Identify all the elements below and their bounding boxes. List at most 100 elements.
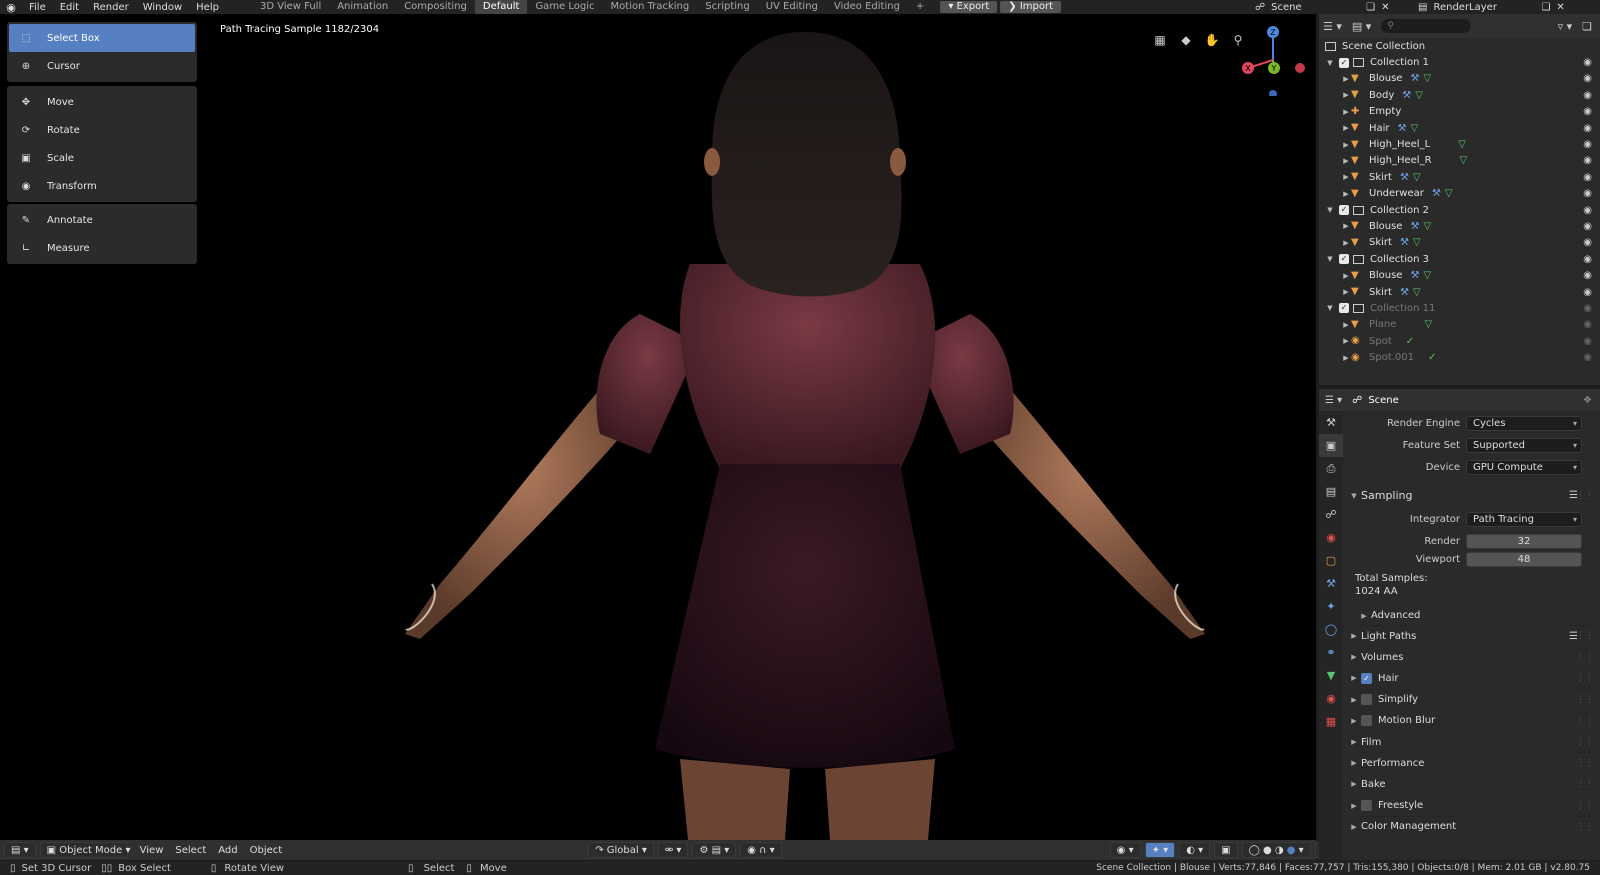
render-tab-icon[interactable]: ▣ xyxy=(1319,434,1343,457)
visibility-eye-icon[interactable]: ◉ xyxy=(1583,90,1592,101)
export-button[interactable]: ▾ Export xyxy=(940,1,998,13)
tab-motion-tracking[interactable]: Motion Tracking xyxy=(603,0,698,14)
sampling-panel-header[interactable]: ▼ Sampling ☰ ⋮⋮ xyxy=(1343,485,1600,506)
expand-arrow-icon[interactable]: ▼ xyxy=(1325,206,1335,214)
collapsed-arrow-icon[interactable]: ▶ xyxy=(1341,124,1351,132)
visibility-eye-icon[interactable]: ◉ xyxy=(1583,205,1592,216)
modifier-icon[interactable]: ⚒ xyxy=(1410,221,1419,232)
object-row[interactable]: ▶ ▼ High_Heel_R ▽ ◉ xyxy=(1319,153,1600,169)
new-layer-icon[interactable]: ❏ xyxy=(1541,2,1550,13)
object-row[interactable]: ▶ ▼ Hair ⚒ ▽ ◉ xyxy=(1319,120,1600,136)
collection-row[interactable]: ▼ ✓ Collection 3 ◉ xyxy=(1319,251,1600,267)
collapsed-arrow-icon[interactable]: ▶ xyxy=(1341,288,1351,296)
mesh-data-icon[interactable]: ▽ xyxy=(1413,172,1421,183)
pin-icon[interactable]: ❖ xyxy=(1583,395,1592,406)
shading-mode-buttons[interactable]: ◯ ● ◑ ● ▾ xyxy=(1241,842,1311,858)
viewport-samples-field[interactable]: 48 xyxy=(1466,551,1582,567)
gizmo-toggle-button[interactable]: ✦ ▾ xyxy=(1144,842,1176,858)
world-tab-icon[interactable]: ◉ xyxy=(1319,526,1343,549)
filter-icon[interactable]: ▿ ▾ xyxy=(1558,20,1573,33)
object-row[interactable]: ▶ ▼ Plane ▽ ◉ xyxy=(1319,317,1600,333)
visibility-eye-icon[interactable]: ◉ xyxy=(1583,106,1592,117)
close-scene-icon[interactable]: ✕ xyxy=(1381,2,1389,13)
scene-selector[interactable]: ☍ Scene ❏ ✕ xyxy=(1255,0,1390,14)
viewport-menu-object[interactable]: Object xyxy=(244,845,289,856)
visibility-eye-icon[interactable]: ◉ xyxy=(1583,172,1592,183)
view-layer-tab-icon[interactable]: ▤ xyxy=(1319,480,1343,503)
visibility-eye-icon[interactable]: ◉ xyxy=(1583,352,1592,363)
collapsed-arrow-icon[interactable]: ▶ xyxy=(1341,222,1351,230)
tool-select-box[interactable]: ⬚ Select Box xyxy=(9,24,195,52)
visibility-eye-icon[interactable]: ◉ xyxy=(1583,73,1592,84)
mesh-data-icon[interactable]: ▽ xyxy=(1423,73,1431,84)
exclude-checkbox[interactable]: ✓ xyxy=(1339,205,1349,216)
mesh-data-icon[interactable]: ▽ xyxy=(1413,287,1421,298)
object-mode-dropdown[interactable]: ▣ Object Mode ▾ xyxy=(39,842,131,858)
modifier-icon[interactable]: ⚒ xyxy=(1402,90,1411,101)
tab-default[interactable]: Default xyxy=(474,0,528,14)
collapsed-arrow-icon[interactable]: ▶ xyxy=(1341,173,1351,181)
mesh-data-icon[interactable]: ▽ xyxy=(1460,155,1468,166)
pan-hand-icon[interactable]: ✋ xyxy=(1202,30,1222,50)
exclude-checkbox[interactable]: ✓ xyxy=(1339,254,1349,265)
panel-performance[interactable]: ▶ Performance ⋮⋮ xyxy=(1343,752,1600,773)
visibility-eye-icon[interactable]: ◉ xyxy=(1583,287,1592,298)
object-row[interactable]: ▶ ✚ Empty ◉ xyxy=(1319,104,1600,120)
tab-uv-editing[interactable]: UV Editing xyxy=(758,0,826,14)
object-row[interactable]: ▶ ◉ Spot ✓ ◉ xyxy=(1319,333,1600,349)
visibility-eye-icon[interactable]: ◉ xyxy=(1583,139,1592,150)
modifier-icon[interactable]: ⚒ xyxy=(1432,188,1441,199)
mesh-data-icon[interactable]: ▽ xyxy=(1413,237,1421,248)
modifier-icon[interactable]: ⚒ xyxy=(1398,123,1407,134)
mesh-data-icon[interactable]: ▽ xyxy=(1423,221,1431,232)
collection-row[interactable]: ▼ ✓ Collection 1 ◉ xyxy=(1319,54,1600,70)
view-object-types-button[interactable]: ◉ ▾ xyxy=(1109,842,1141,858)
drag-handle-icon[interactable]: ⋮⋮ xyxy=(1576,695,1594,705)
collapsed-arrow-icon[interactable]: ▶ xyxy=(1341,91,1351,99)
expand-arrow-icon[interactable]: ▼ xyxy=(1325,255,1335,263)
menu-render[interactable]: Render xyxy=(86,2,136,13)
viewport-menu-view[interactable]: View xyxy=(134,845,170,856)
tab-compositing[interactable]: Compositing xyxy=(396,0,475,14)
collapsed-arrow-icon[interactable]: ▶ xyxy=(1341,157,1351,165)
object-row[interactable]: ▶ ▼ High_Heel_L ▽ ◉ xyxy=(1319,136,1600,152)
mesh-data-icon[interactable]: ▽ xyxy=(1424,319,1432,330)
tool-cursor[interactable]: ⊕ Cursor xyxy=(9,52,195,80)
texture-tab-icon[interactable]: ▦ xyxy=(1319,710,1343,733)
panel-hair[interactable]: ▶ ✓ Hair ⋮⋮ xyxy=(1343,667,1600,688)
object-row[interactable]: ▶ ▼ Underwear ⚒ ▽ ◉ xyxy=(1319,186,1600,202)
tab-3d-view-full[interactable]: 3D View Full xyxy=(252,0,329,14)
panel-simplify[interactable]: ▶ Simplify ⋮⋮ xyxy=(1343,688,1600,710)
modifier-icon[interactable]: ⚒ xyxy=(1400,237,1409,248)
visibility-eye-icon[interactable]: ◉ xyxy=(1583,237,1592,248)
panel-volumes[interactable]: ▶ Volumes ⋮⋮ xyxy=(1343,646,1600,667)
integrator-dropdown[interactable]: Path Tracing ▾ xyxy=(1466,511,1582,527)
tool-transform[interactable]: ◉ Transform xyxy=(9,172,195,200)
panel-enable-checkbox[interactable]: ✓ xyxy=(1361,672,1372,684)
import-button[interactable]: ❯ Import xyxy=(1000,1,1062,13)
editor-type-button[interactable]: ▤ ▾ xyxy=(4,842,36,858)
panel-freestyle[interactable]: ▶ Freestyle ⋮⋮ xyxy=(1343,794,1600,816)
new-collection-icon[interactable]: ❏ xyxy=(1582,20,1592,33)
new-scene-icon[interactable]: ❏ xyxy=(1366,2,1375,13)
modifier-icon[interactable]: ⚒ xyxy=(1400,172,1409,183)
menu-edit[interactable]: Edit xyxy=(53,2,86,13)
visibility-eye-icon[interactable]: ◉ xyxy=(1583,188,1592,199)
scene-tab-icon[interactable]: ☍ xyxy=(1319,503,1343,526)
object-tab-icon[interactable]: ▢ xyxy=(1319,549,1343,572)
blender-logo-icon[interactable]: ◉ xyxy=(0,1,22,14)
device-dropdown[interactable]: GPU Compute ▾ xyxy=(1466,459,1582,475)
tool-scale[interactable]: ▣ Scale xyxy=(9,144,195,172)
object-row[interactable]: ▶ ◉ Spot.001 ✓ ◉ xyxy=(1319,349,1600,365)
constraints-tab-icon[interactable]: ⚭ xyxy=(1319,641,1343,664)
viewport-menu-select[interactable]: Select xyxy=(169,845,212,856)
close-layer-icon[interactable]: ✕ xyxy=(1556,2,1564,13)
collapsed-arrow-icon[interactable]: ▶ xyxy=(1341,75,1351,83)
outliner-editor-icon[interactable]: ☰ ▾ xyxy=(1323,20,1342,33)
data-tab-icon[interactable]: ▼ xyxy=(1319,664,1343,687)
tab-scripting[interactable]: Scripting xyxy=(697,0,757,14)
proportional-edit-button[interactable]: ◉ ∩ ▾ xyxy=(740,842,782,858)
object-row[interactable]: ▶ ▼ Blouse ⚒ ▽ ◉ xyxy=(1319,267,1600,283)
pivot-point-button[interactable]: ⚮ ▾ xyxy=(657,842,689,858)
grid-icon[interactable]: ▦ xyxy=(1150,30,1170,50)
